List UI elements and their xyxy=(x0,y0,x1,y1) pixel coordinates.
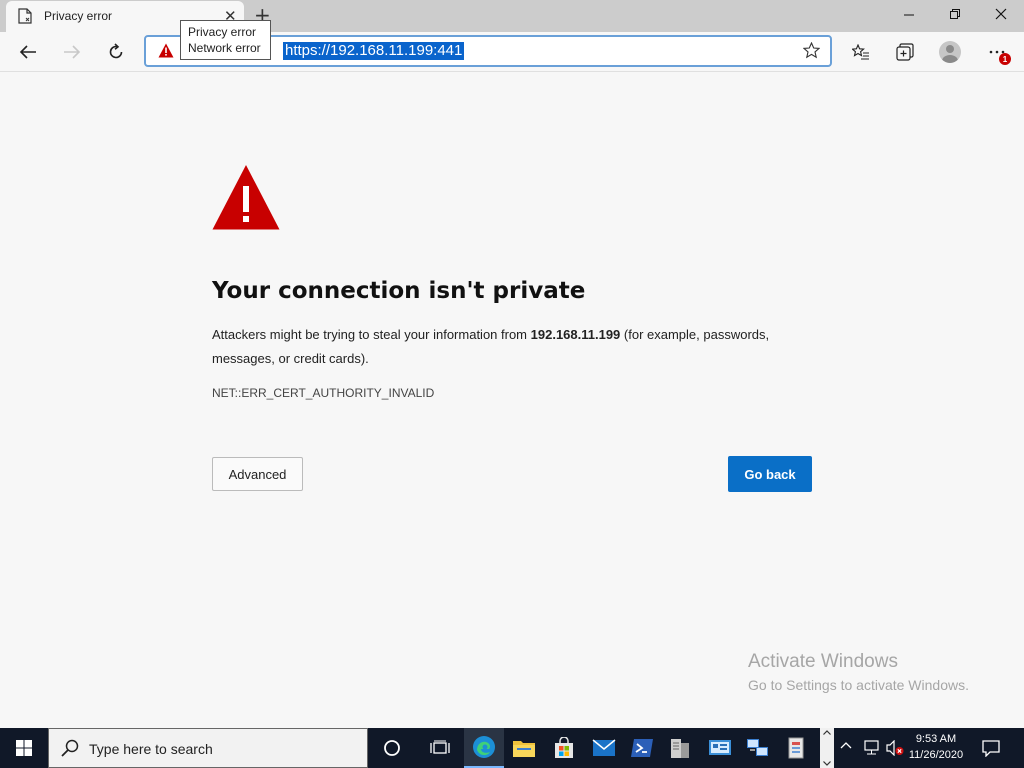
document-error-icon xyxy=(18,8,32,24)
favorites-list-icon xyxy=(852,44,869,60)
settings-menu-button[interactable]: 1 xyxy=(984,39,1011,65)
taskbar-server-manager[interactable] xyxy=(660,728,700,768)
cortana-circle-icon xyxy=(384,740,400,756)
taskbar-edge[interactable] xyxy=(464,728,504,768)
star-icon[interactable] xyxy=(803,42,820,59)
tab-tooltip: Privacy error Network error xyxy=(180,20,271,60)
network-icon[interactable] xyxy=(864,740,882,756)
refresh-icon xyxy=(109,43,123,59)
page-content: Your connection isn't private Attackers … xyxy=(0,72,1024,728)
activate-windows-subtitle: Go to Settings to activate Windows. xyxy=(748,677,969,693)
browser-toolbar: https://192.168.11.199:441 1 xyxy=(0,32,1024,72)
clock-time: 9:53 AM xyxy=(915,733,957,745)
clock-date: 11/26/2020 xyxy=(908,749,964,761)
notepad-icon xyxy=(788,737,804,759)
system-tray: 9:53 AM 11/26/2020 xyxy=(834,728,1024,768)
close-window-button[interactable] xyxy=(978,0,1024,28)
forward-button[interactable] xyxy=(58,38,86,66)
taskbar-search-box[interactable]: Type here to search xyxy=(48,728,368,768)
arrow-left-icon xyxy=(19,45,36,59)
taskbar-network-app[interactable] xyxy=(738,728,778,768)
close-icon xyxy=(995,8,1007,20)
network-computers-icon xyxy=(747,739,768,756)
favorites-button[interactable] xyxy=(848,39,874,65)
taskbar-control-panel[interactable] xyxy=(700,728,740,768)
tooltip-line-1: Privacy error xyxy=(188,25,257,39)
taskbar-store[interactable] xyxy=(544,728,584,768)
restore-button[interactable] xyxy=(932,0,978,28)
activate-windows-title: Activate Windows xyxy=(748,651,898,672)
minimize-icon xyxy=(903,14,914,15)
taskbar-powershell[interactable] xyxy=(622,728,662,768)
notification-icon[interactable] xyxy=(982,739,1000,757)
tooltip-line-2: Network error xyxy=(188,41,261,55)
edge-browser-icon xyxy=(473,736,495,758)
control-panel-icon xyxy=(709,740,731,755)
desc-text-before: Attackers might be trying to steal your … xyxy=(212,327,531,342)
error-description: Attackers might be trying to steal your … xyxy=(212,323,772,371)
tab-title: Privacy error xyxy=(44,9,113,23)
taskbar-mail[interactable] xyxy=(584,728,624,768)
avatar xyxy=(939,41,961,63)
task-view-button[interactable] xyxy=(420,728,460,768)
store-bag-icon xyxy=(555,737,573,758)
back-button[interactable] xyxy=(14,38,42,66)
profile-button[interactable] xyxy=(937,39,963,65)
minimize-button[interactable] xyxy=(886,0,932,28)
arrow-right-icon xyxy=(64,45,81,59)
search-icon xyxy=(61,739,79,757)
clock[interactable]: 9:53 AM 11/26/2020 xyxy=(906,731,966,763)
task-view-icon xyxy=(430,740,450,754)
taskbar-notepad[interactable] xyxy=(776,728,816,768)
cortana-button[interactable] xyxy=(372,728,412,768)
start-button[interactable] xyxy=(0,728,48,768)
powershell-icon xyxy=(631,739,653,757)
tab-strip: Privacy error ✕ + xyxy=(0,0,1024,32)
show-hidden-icons-icon[interactable] xyxy=(840,741,852,749)
collections-button[interactable] xyxy=(892,39,918,65)
volume-muted-icon[interactable] xyxy=(886,740,904,756)
update-badge: 1 xyxy=(999,53,1011,65)
search-placeholder: Type here to search xyxy=(89,741,213,757)
windows-logo-icon xyxy=(16,740,32,756)
collections-icon xyxy=(896,43,914,61)
server-manager-icon xyxy=(671,739,689,758)
mail-icon xyxy=(592,739,616,756)
taskbar-scroll[interactable] xyxy=(820,728,834,768)
desc-host: 192.168.11.199 xyxy=(530,327,621,342)
chevron-down-icon[interactable] xyxy=(823,761,831,766)
taskbar-file-explorer[interactable] xyxy=(504,728,544,768)
not-secure-warning-icon[interactable] xyxy=(158,43,174,58)
page-title: Your connection isn't private xyxy=(212,278,586,304)
warning-triangle-icon xyxy=(212,165,280,230)
restore-icon xyxy=(949,8,960,19)
folder-icon xyxy=(513,741,535,757)
reload-button[interactable] xyxy=(102,38,130,66)
advanced-button[interactable]: Advanced xyxy=(212,457,303,491)
chevron-up-icon[interactable] xyxy=(823,730,831,735)
url-text[interactable]: https://192.168.11.199:441 xyxy=(283,42,465,60)
go-back-button[interactable]: Go back xyxy=(728,456,812,492)
taskbar: Type here to search 9:53 AM 11/26/2020 xyxy=(0,728,1024,768)
error-code: NET::ERR_CERT_AUTHORITY_INVALID xyxy=(212,386,435,400)
